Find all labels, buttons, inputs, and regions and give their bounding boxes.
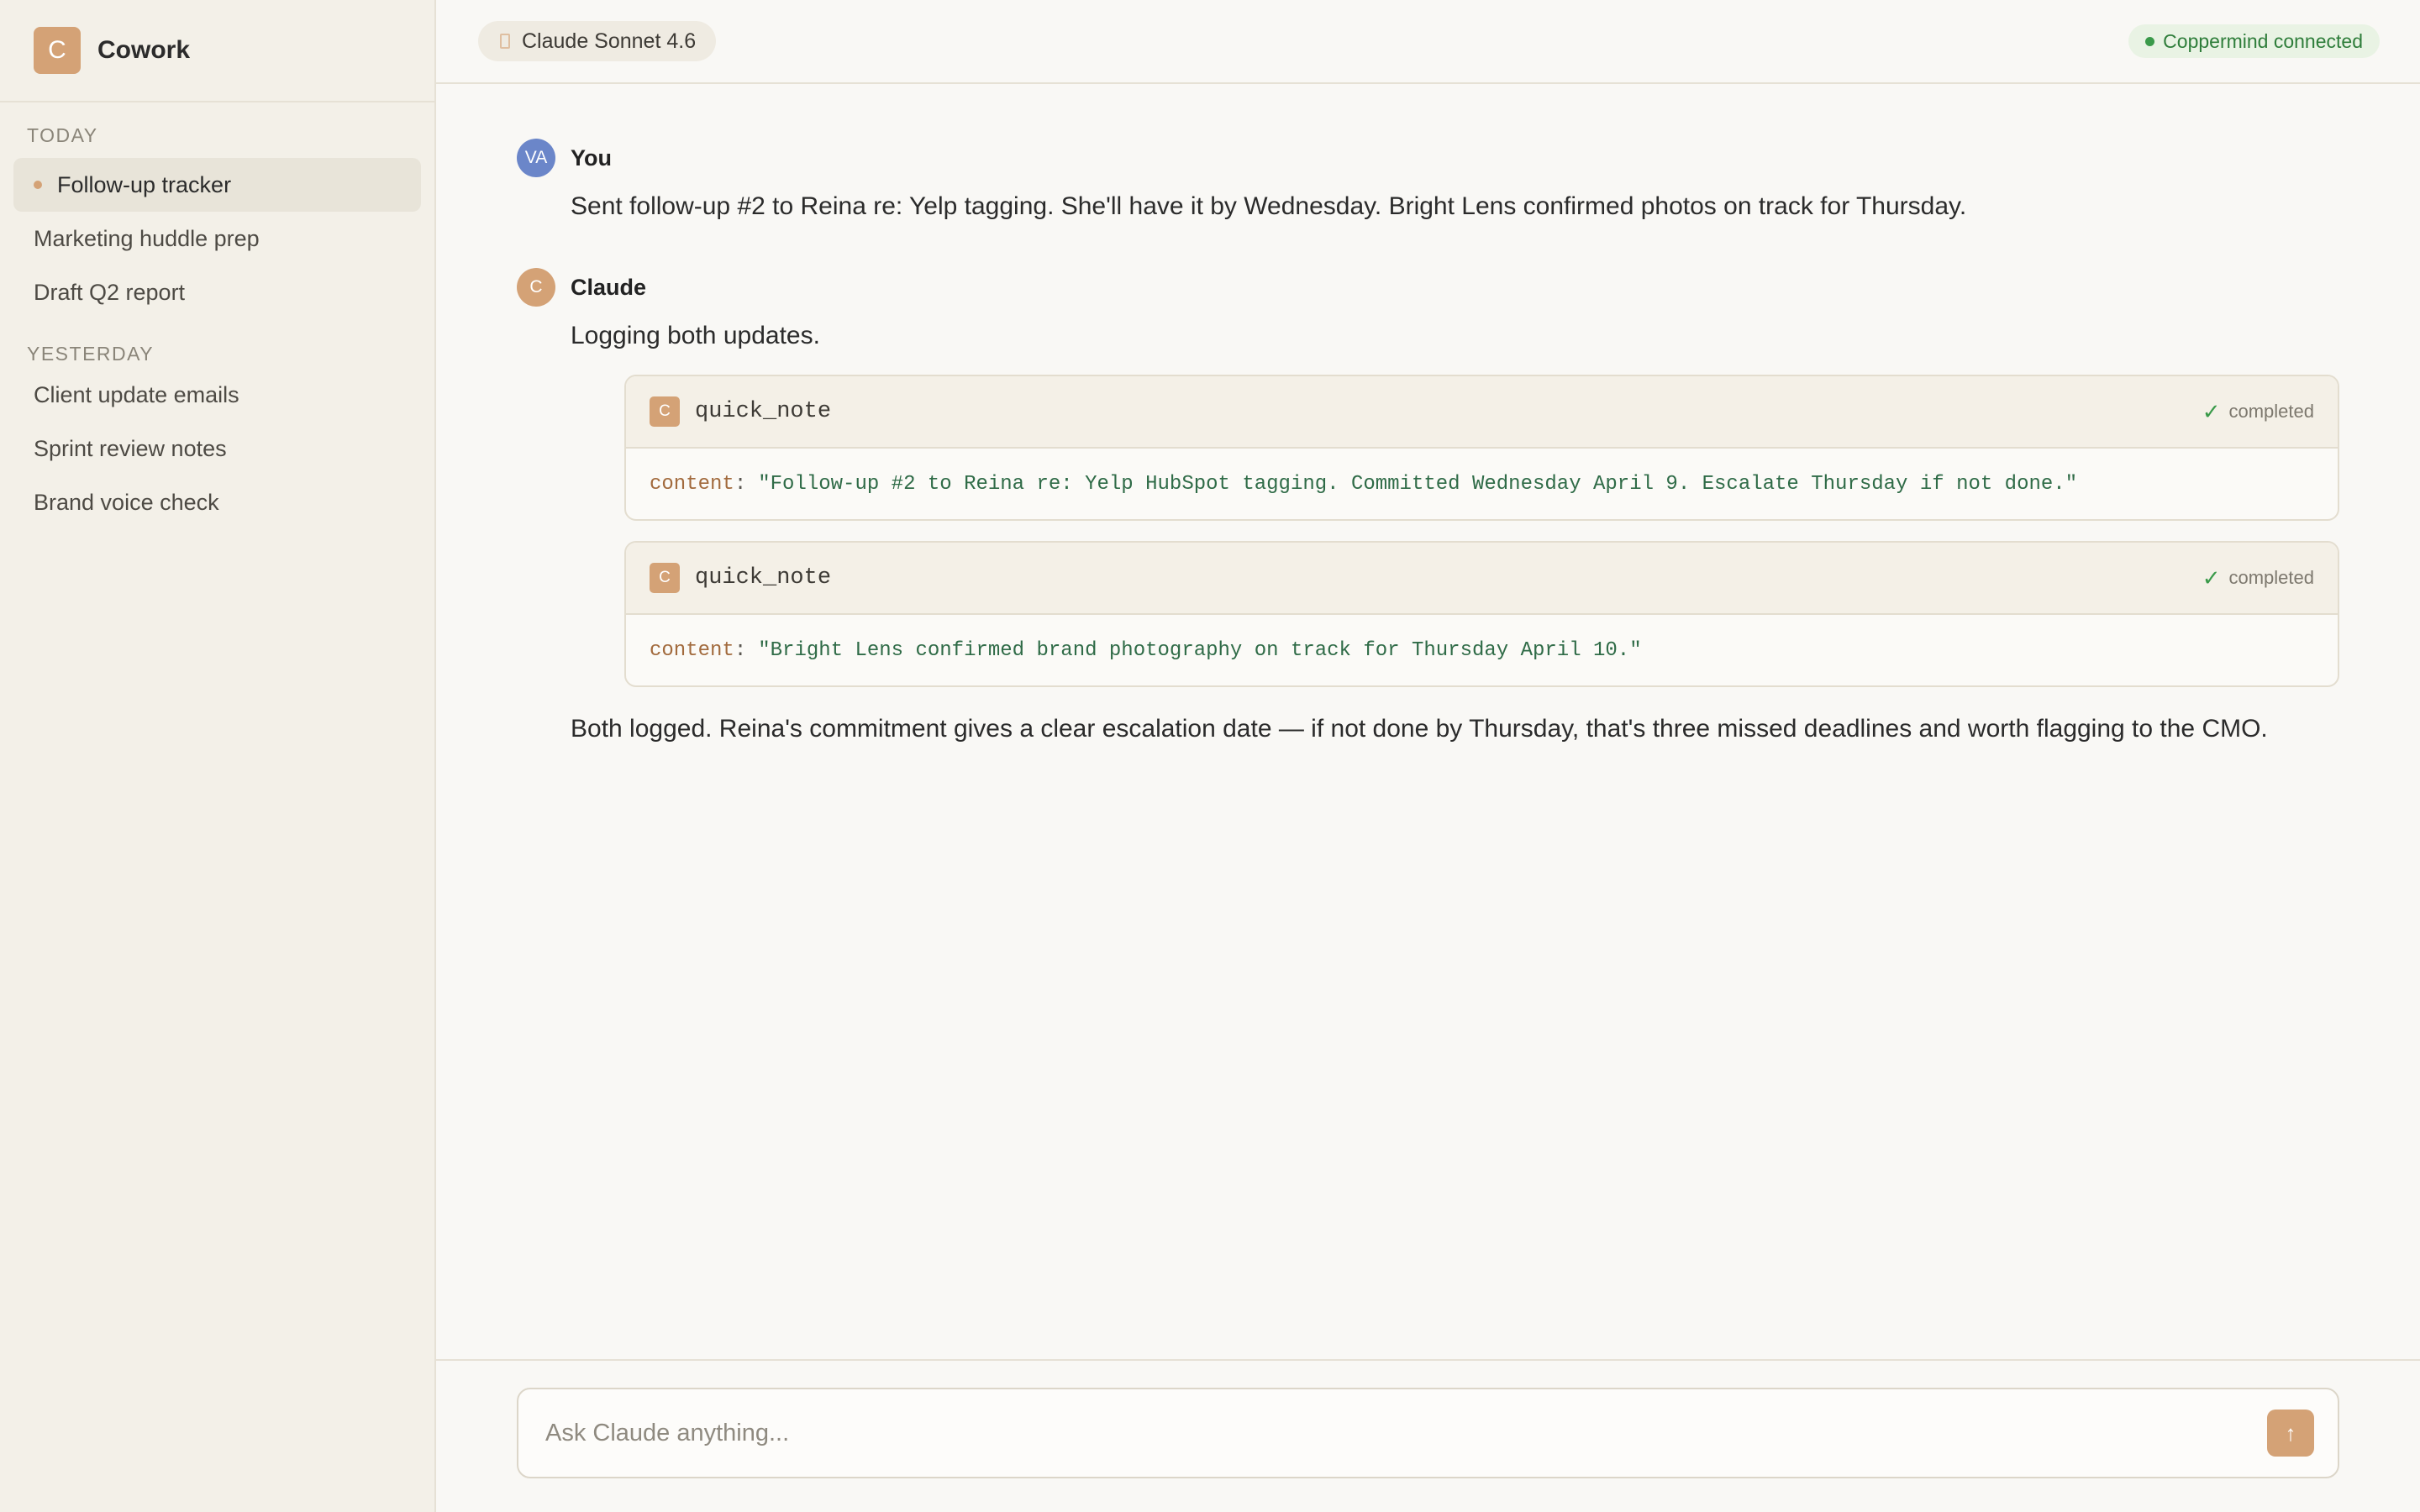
model-icon <box>500 34 510 49</box>
sidebar-item-label: Client update emails <box>34 381 239 407</box>
composer: ↑ <box>517 1388 2339 1478</box>
tool-name: quick_note <box>695 565 832 591</box>
sidebar-item-draft-q2-report[interactable]: Draft Q2 report <box>13 265 421 319</box>
message-text: Logging both updates. <box>571 322 820 349</box>
check-icon: ✓ <box>2202 564 2221 591</box>
chat-input[interactable] <box>545 1419 2267 1447</box>
section-label-yesterday: YESTERDAY <box>27 343 155 365</box>
message-author: You <box>571 144 612 171</box>
composer-area: ↑ <box>436 1359 2420 1512</box>
main-panel: Claude Sonnet 4.6 Coppermind connected V… <box>436 0 2420 1512</box>
tool-call-header[interactable]: C quick_note ✓ completed <box>626 376 2338 449</box>
message-text: Sent follow-up #2 to Reina re: Yelp tagg… <box>571 192 1967 220</box>
conversation: VA You Sent follow-up #2 to Reina re: Ye… <box>436 84 2420 1359</box>
tool-call-arguments: content : "Follow-up #2 to Reina re: Yel… <box>626 449 2338 519</box>
tool-status: ✓ completed <box>2202 565 2314 591</box>
sidebar-item-label: Draft Q2 report <box>34 279 186 305</box>
model-name: Claude Sonnet 4.6 <box>522 29 697 53</box>
sidebar-item-client-update-emails[interactable]: Client update emails <box>13 368 421 422</box>
sidebar: C Cowork TODAY Follow-up tracker Marketi… <box>0 0 436 1512</box>
message-header: VA You <box>517 138 2339 178</box>
claude-avatar: C <box>517 268 555 307</box>
status-dot-icon <box>2145 36 2155 46</box>
user-message: VA You Sent follow-up #2 to Reina re: Ye… <box>517 138 2339 225</box>
tool-call-card[interactable]: C quick_note ✓ completed content : "Brig… <box>624 541 2339 687</box>
tool-name: quick_note <box>695 399 832 424</box>
connection-status-badge: Coppermind connected <box>2128 24 2380 58</box>
argument-value: "Follow-up #2 to Reina re: Yelp HubSpot … <box>758 472 2078 496</box>
sidebar-item-label: Sprint review notes <box>34 435 227 461</box>
top-bar: Claude Sonnet 4.6 Coppermind connected <box>436 0 2420 84</box>
assistant-message: C Claude Logging both updates. C quick_n… <box>517 267 2339 748</box>
tool-status-text: completed <box>2228 401 2314 422</box>
sidebar-item-brand-voice-check[interactable]: Brand voice check <box>13 475 421 529</box>
today-list: Follow-up tracker Marketing huddle prep … <box>0 150 434 319</box>
sidebar-item-label: Brand voice check <box>34 489 219 515</box>
tool-badge-icon: C <box>650 563 680 593</box>
user-avatar: VA <box>517 139 555 177</box>
active-dot-icon <box>34 181 42 189</box>
argument-key: content <box>650 472 734 496</box>
app-name: Cowork <box>97 36 191 64</box>
arrow-up-icon: ↑ <box>2285 1420 2296 1446</box>
argument-value: "Bright Lens confirmed brand photography… <box>758 638 1642 662</box>
sidebar-item-label: Marketing huddle prep <box>34 225 260 251</box>
message-text: Both logged. Reina's commitment gives a … <box>571 715 2268 743</box>
yesterday-list: Client update emails Sprint review notes… <box>0 368 434 529</box>
sidebar-item-marketing-huddle-prep[interactable]: Marketing huddle prep <box>13 212 421 265</box>
sidebar-item-follow-up-tracker[interactable]: Follow-up tracker <box>13 158 421 212</box>
send-button[interactable]: ↑ <box>2267 1410 2314 1457</box>
argument-key: content <box>650 638 734 662</box>
model-selector[interactable]: Claude Sonnet 4.6 <box>478 21 717 61</box>
connection-status-text: Coppermind connected <box>2163 29 2363 52</box>
message-author: Claude <box>571 274 647 300</box>
argument-separator: : <box>734 638 747 662</box>
tool-call-card[interactable]: C quick_note ✓ completed content : "Foll… <box>624 375 2339 521</box>
brand: C Cowork <box>0 0 434 102</box>
tool-call-header[interactable]: C quick_note ✓ completed <box>626 543 2338 615</box>
app-logo: C <box>34 27 81 74</box>
argument-separator: : <box>734 472 747 496</box>
check-icon: ✓ <box>2202 398 2221 424</box>
section-label-today: TODAY <box>27 124 98 146</box>
message-header: C Claude <box>517 267 2339 307</box>
tool-status-text: completed <box>2228 567 2314 588</box>
sidebar-item-sprint-review-notes[interactable]: Sprint review notes <box>13 422 421 475</box>
tool-status: ✓ completed <box>2202 399 2314 425</box>
sidebar-item-label: Follow-up tracker <box>57 171 232 197</box>
tool-call-arguments: content : "Bright Lens confirmed brand p… <box>626 615 2338 685</box>
tool-badge-icon: C <box>650 396 680 427</box>
